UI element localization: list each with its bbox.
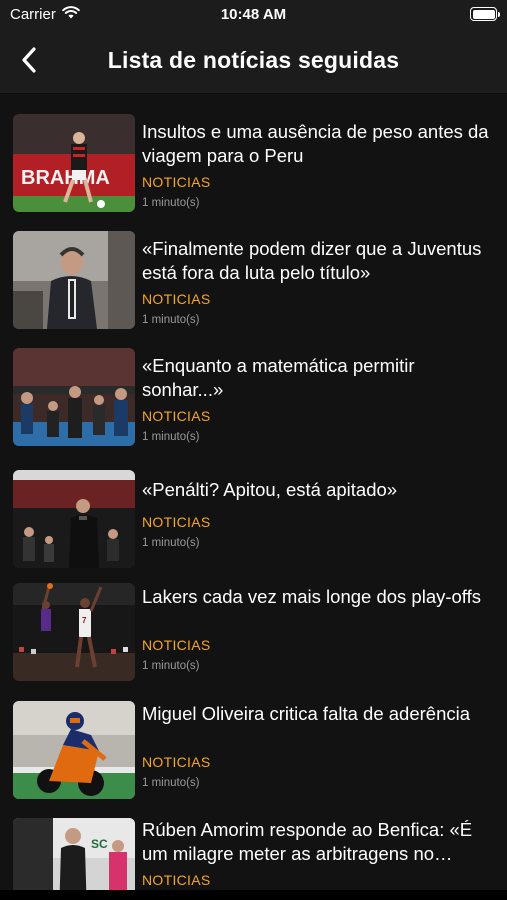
news-category: NOTICIAS	[142, 408, 211, 424]
news-time: 1 minuto(s)	[142, 431, 200, 443]
news-list[interactable]: BRAHMA Insultos e uma ausência de peso a…	[0, 95, 507, 890]
news-thumbnail: SC	[13, 818, 135, 890]
news-thumbnail: 7	[13, 583, 135, 681]
news-title: Rúben Amorim responde ao Benfica: «É um …	[142, 819, 473, 864]
news-item[interactable]: «Finalmente podem dizer que a Juventus e…	[0, 212, 507, 329]
nav-bar: Lista de notícias seguidas	[0, 30, 507, 94]
news-category: NOTICIAS	[142, 514, 211, 530]
news-item[interactable]: «Enquanto a matemática permitir sonhar..…	[0, 329, 507, 446]
news-title: «Penálti? Apitou, está apitado»	[142, 479, 398, 500]
news-item[interactable]: «Penálti? Apitou, está apitado» NOTICIAS…	[0, 446, 507, 568]
news-time: 1 minuto(s)	[142, 537, 200, 549]
news-title: Insultos e uma ausência de peso antes da…	[142, 121, 489, 166]
news-item[interactable]: 7 Lakers cada vez mais longe dos play-of…	[0, 565, 507, 682]
news-title: «Enquanto a matemática permitir sonhar..…	[142, 355, 415, 400]
news-time: 1 minuto(s)	[142, 314, 200, 326]
news-thumbnail	[13, 470, 135, 568]
battery-icon	[470, 7, 500, 21]
page-title: Lista de notícias seguidas	[107, 47, 400, 73]
svg-text:SC: SC	[91, 837, 108, 851]
news-title: Miguel Oliveira critica falta de aderênc…	[142, 703, 471, 724]
news-time: 1 minuto(s)	[142, 660, 200, 672]
news-time: 1 minuto(s)	[142, 777, 200, 789]
news-title: Lakers cada vez mais longe dos play-offs	[142, 586, 482, 607]
status-time: 10:48 AM	[220, 6, 287, 23]
news-thumbnail	[13, 348, 135, 446]
news-thumbnail	[13, 231, 135, 329]
news-thumbnail: BRAHMA	[13, 114, 135, 212]
news-category: NOTICIAS	[142, 872, 211, 888]
news-item[interactable]: SC Rúben Amorim responde ao Benfica: «É …	[0, 799, 507, 890]
news-item[interactable]: BRAHMA Insultos e uma ausência de peso a…	[0, 95, 507, 212]
news-thumbnail	[13, 701, 135, 799]
news-title: «Finalmente podem dizer que a Juventus e…	[142, 238, 482, 283]
svg-text:7: 7	[82, 616, 87, 625]
news-item[interactable]: Miguel Oliveira critica falta de aderênc…	[0, 682, 507, 799]
svg-text:BRAHMA: BRAHMA	[21, 167, 110, 189]
news-category: NOTICIAS	[142, 637, 211, 653]
news-category: NOTICIAS	[142, 754, 211, 770]
news-time: 1 minuto(s)	[142, 197, 200, 209]
home-indicator	[0, 890, 507, 900]
news-category: NOTICIAS	[142, 291, 211, 307]
status-bar: Carrier 10:48 AM	[0, 0, 507, 30]
news-category: NOTICIAS	[142, 174, 211, 190]
